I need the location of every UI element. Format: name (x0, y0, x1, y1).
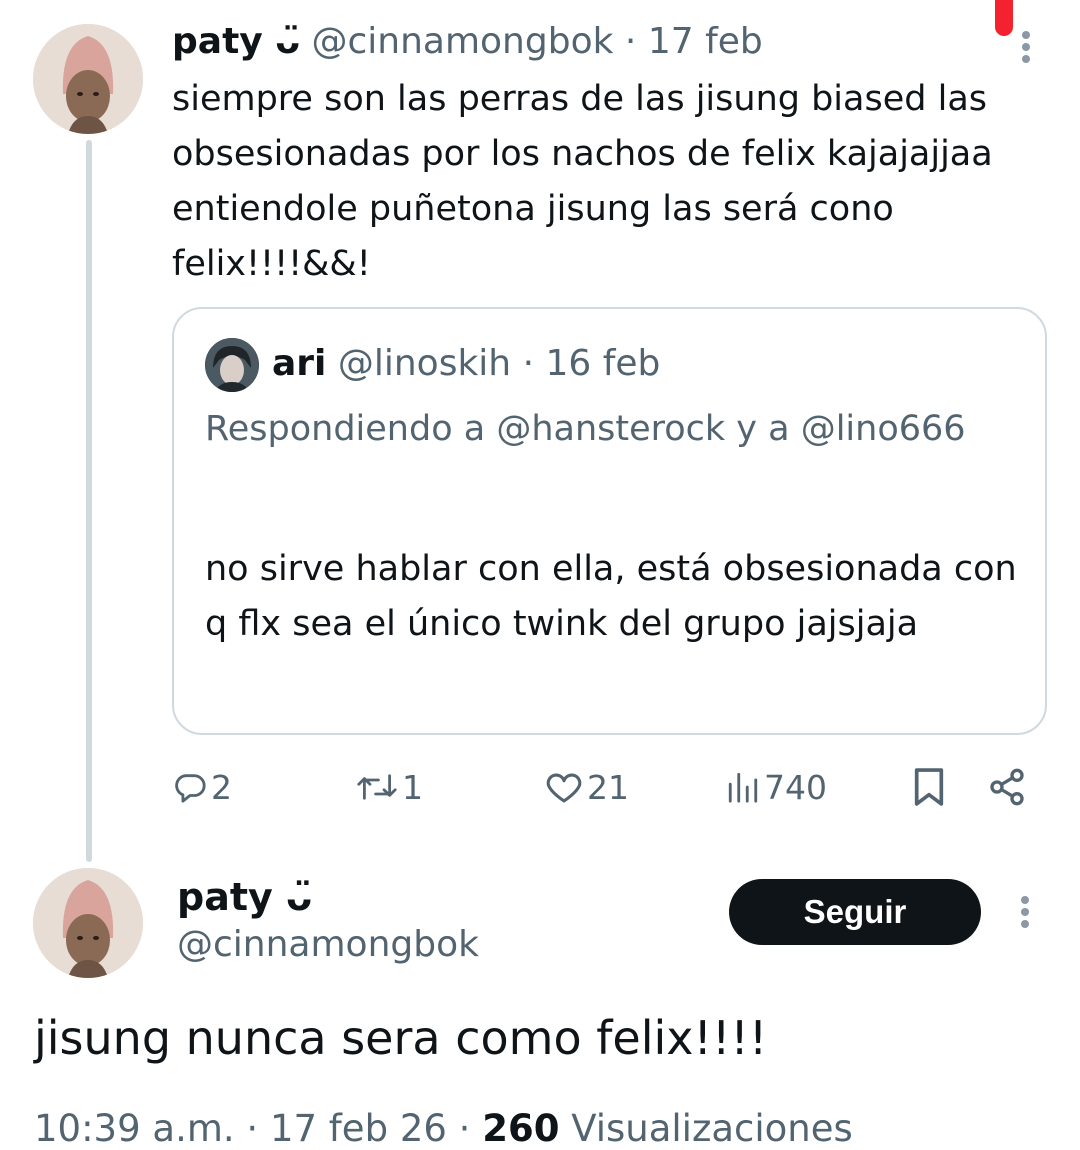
like-count: 21 (587, 767, 629, 807)
thread-connector-line (86, 140, 92, 862)
tweet-date[interactable]: 17 feb (648, 21, 763, 62)
share-icon (990, 768, 1024, 806)
follow-button[interactable]: Seguir (729, 879, 981, 945)
views-count: 740 (764, 767, 827, 807)
quote-author-handle[interactable]: @linoskih (338, 343, 511, 384)
tweet-text: siempre son las perras de las jisung bia… (172, 79, 993, 284)
header-separator: · (624, 21, 637, 62)
quote-text: no sirve hablar con ella, está obsesiona… (205, 549, 1017, 644)
share-button[interactable] (987, 762, 1027, 812)
meta-separator: · (458, 1107, 471, 1150)
quote-author-avatar[interactable] (205, 338, 259, 392)
reply-avatar-image (33, 868, 143, 978)
retweet-count: 1 (402, 767, 423, 807)
like-button[interactable]: 21 (545, 762, 629, 812)
notification-indicator (995, 0, 1013, 36)
reply-author-handle[interactable]: @cinnamongbok (177, 920, 479, 970)
reply-author-name[interactable]: paty ᴗ̈ (177, 872, 312, 922)
views-icon (728, 772, 758, 803)
avatar-image (33, 24, 143, 134)
quote-avatar-image (205, 338, 259, 392)
author-avatar[interactable] (33, 24, 143, 134)
bookmark-button[interactable] (913, 762, 945, 812)
reply-views-count: 260 (482, 1107, 560, 1150)
quote-replying-to: Respondiendo a @hansterock y a @lino666 (205, 409, 966, 449)
more-icon[interactable] (1015, 892, 1035, 932)
like-icon (546, 773, 582, 803)
retweet-icon (357, 774, 397, 800)
retweet-button[interactable]: 1 (356, 762, 423, 812)
bookmark-icon (914, 768, 944, 806)
quote-separator: · (522, 343, 535, 384)
reply-metadata: 10:39 a.m. · 17 feb 26 · 260 Visualizaci… (34, 1104, 853, 1150)
quote-author-name[interactable]: ari (272, 343, 326, 384)
reply-views-label: Visualizaciones (571, 1107, 853, 1150)
reply-icon (175, 774, 206, 803)
quote-header: ari @linoskih · 16 feb (272, 340, 660, 388)
quote-date[interactable]: 16 feb (545, 343, 660, 384)
reply-text: jisung nunca sera como felix!!!! (34, 1011, 768, 1065)
reply-date[interactable]: 17 feb 26 (270, 1107, 447, 1150)
views-button[interactable]: 740 (726, 762, 827, 812)
more-icon[interactable] (1016, 27, 1036, 67)
reply-time[interactable]: 10:39 a.m. (34, 1107, 235, 1150)
reply-author-avatar[interactable] (33, 868, 143, 978)
reply-button[interactable]: 2 (173, 762, 232, 812)
author-handle[interactable]: @cinnamongbok (311, 21, 613, 62)
reply-count: 2 (211, 767, 232, 807)
tweet-header: paty ᴗ̈ @cinnamongbok · 17 feb (172, 18, 763, 66)
meta-separator: · (246, 1107, 259, 1150)
author-name[interactable]: paty ᴗ̈ (172, 21, 300, 62)
